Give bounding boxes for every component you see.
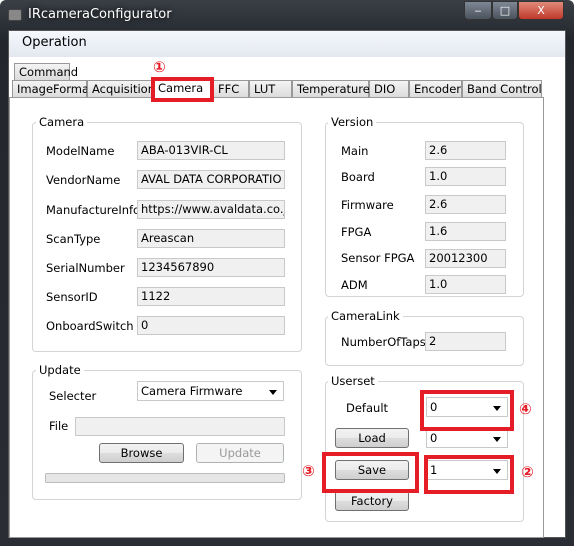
annotation-box-1	[151, 77, 214, 102]
update-group-title: Update	[36, 363, 84, 377]
load-value: 0	[430, 431, 438, 445]
update-button[interactable]: Update	[196, 443, 284, 463]
firmware-label: Firmware	[341, 198, 394, 212]
sensor-fpga-field[interactable]: 20012300	[425, 249, 506, 268]
factory-button[interactable]: Factory	[335, 491, 409, 511]
serialnumber-field[interactable]: 1234567890	[137, 258, 285, 277]
onboardswitch-label: OnboardSwitch	[46, 319, 134, 333]
sensorid-label: SensorID	[46, 290, 98, 304]
tab-encoder[interactable]: Encoder	[409, 80, 462, 97]
board-field[interactable]: 1.0	[425, 167, 506, 186]
vendorname-label: VendorName	[46, 173, 121, 187]
cameralink-group-title: CameraLink	[328, 309, 403, 323]
manufactureinfo-label: ManufactureInfo	[46, 203, 141, 217]
modelname-label: ModelName	[46, 144, 115, 158]
adm-label: ADM	[341, 278, 368, 292]
browse-button[interactable]: Browse	[99, 443, 184, 463]
scantype-label: ScanType	[46, 232, 101, 246]
app-icon	[8, 9, 22, 21]
menu-bar	[9, 31, 565, 57]
tab-lut[interactable]: LUT	[249, 80, 292, 97]
tab-temperature[interactable]: Temperature	[292, 80, 370, 97]
fpga-label: FPGA	[341, 225, 372, 239]
onboardswitch-field[interactable]: 0	[137, 316, 285, 335]
tab-acquisition[interactable]: Acquisition	[87, 80, 155, 97]
modelname-field[interactable]: ABA-013VIR-CL	[137, 141, 285, 160]
numberoftaps-label: NumberOfTaps	[341, 335, 426, 349]
board-label: Board	[341, 170, 375, 184]
adm-field[interactable]: 1.0	[425, 275, 506, 294]
firmware-field[interactable]: 2.6	[425, 195, 506, 214]
userset-group-title: Userset	[328, 374, 378, 388]
window-title: IRcameraConfigurator	[28, 7, 172, 22]
manufactureinfo-field[interactable]: https://www.avaldata.co.jp	[137, 200, 285, 219]
selecter-label: Selecter	[49, 389, 97, 403]
file-field[interactable]	[75, 417, 285, 436]
selecter-value: Camera Firmware	[141, 384, 243, 398]
load-dropdown[interactable]: 0	[426, 428, 508, 448]
tab-dio[interactable]: DIO	[369, 80, 409, 97]
serialnumber-label: SerialNumber	[46, 261, 125, 275]
tab-imageformat[interactable]: ImageFormat	[12, 80, 94, 97]
main-field[interactable]: 2.6	[425, 141, 506, 160]
annotation-number-3: ③	[302, 462, 315, 480]
menu-operation[interactable]: Operation	[22, 35, 87, 50]
annotation-number-4: ④	[519, 400, 532, 418]
file-label: File	[49, 419, 69, 433]
annotation-box-3	[322, 452, 419, 493]
chevron-down-icon	[269, 390, 277, 395]
close-button[interactable]: X	[518, 1, 564, 20]
numberoftaps-field[interactable]: 2	[425, 332, 506, 351]
vendorname-field[interactable]: AVAL DATA CORPORATIO	[137, 170, 285, 189]
sensor-fpga-label: Sensor FPGA	[341, 251, 415, 265]
selecter-dropdown[interactable]: Camera Firmware	[137, 381, 284, 401]
camera-group-title: Camera	[36, 115, 88, 129]
annotation-box-4	[420, 390, 514, 431]
maximize-button[interactable]: □	[492, 1, 518, 20]
chevron-down-icon	[493, 437, 501, 442]
tab-band-control[interactable]: Band Control	[462, 80, 542, 97]
main-label: Main	[341, 144, 369, 158]
fpga-field[interactable]: 1.6	[425, 222, 506, 241]
annotation-number-2: ②	[521, 463, 534, 481]
scantype-field[interactable]: Areascan	[137, 229, 285, 248]
version-group-title: Version	[328, 115, 377, 129]
sensorid-field[interactable]: 1122	[137, 287, 285, 306]
update-progress-bar	[45, 473, 285, 483]
annotation-number-1: ①	[153, 58, 166, 76]
default-label: Default	[346, 401, 389, 415]
load-button[interactable]: Load	[335, 428, 409, 448]
tab-command[interactable]: Command	[14, 63, 78, 80]
tab-ffc[interactable]: FFC	[213, 80, 249, 97]
annotation-box-2	[424, 455, 514, 494]
minimize-button[interactable]: ‒	[464, 1, 492, 20]
